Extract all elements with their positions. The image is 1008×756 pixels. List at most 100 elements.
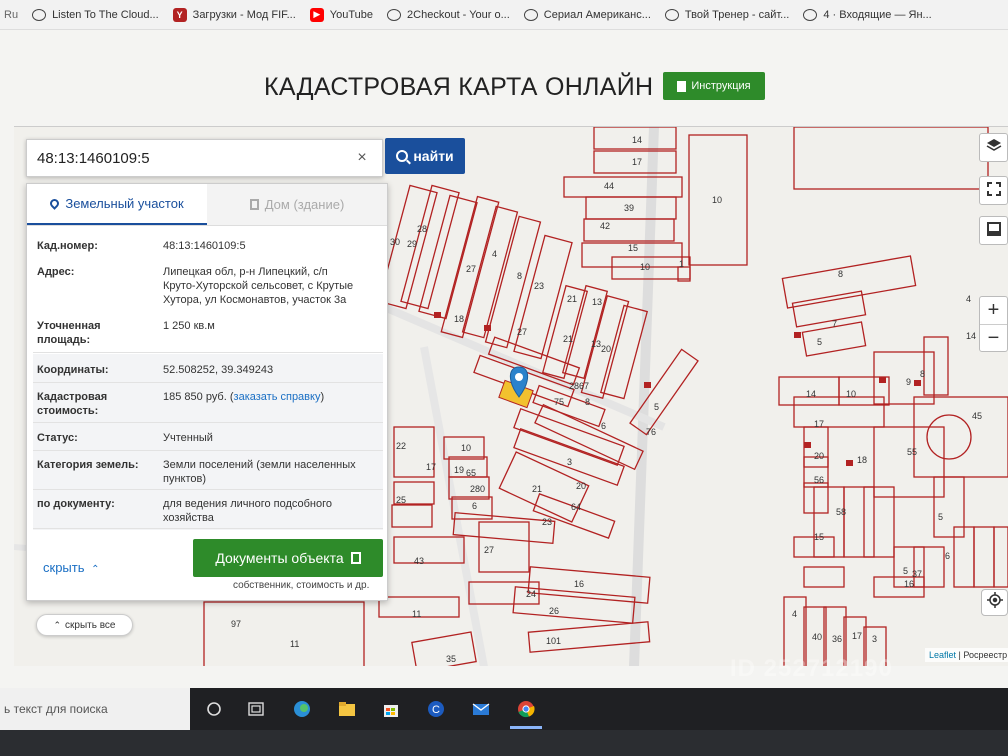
parcel-number-label: 8 — [585, 397, 590, 407]
bookmark-item[interactable]: 2Checkout - Your o... — [380, 0, 517, 29]
parcel-number-label: 10 — [712, 195, 722, 205]
parcel-number-label: 55 — [907, 447, 917, 457]
land-category-line-2: пунктов) — [163, 473, 207, 485]
parcel-outline — [926, 414, 972, 460]
cad-number-value: 48:13:1460109:5 — [163, 240, 246, 252]
windows-taskbar: ь текст для поиска C — [0, 688, 1008, 730]
parcel-number-label: 27 — [517, 327, 527, 337]
parcel-number-label: 14 — [632, 135, 642, 145]
parcel-number-label: 15 — [814, 532, 824, 542]
parcel-number-label: 21 — [563, 334, 573, 344]
parcel-number-label: 37 — [912, 569, 922, 579]
bookmark-label: Загрузки - Мод FIF... — [192, 8, 296, 21]
parcel-number-label: 5 — [938, 512, 943, 522]
documents-subtitle: собственник, стоимость и др. — [233, 580, 370, 591]
parcel-outline — [793, 127, 989, 190]
edge-browser-icon[interactable] — [292, 699, 312, 719]
building-mark — [804, 442, 811, 448]
parcel-number-label: 8 — [838, 269, 843, 279]
cad-cost-label: Кадастровая стоимость: — [37, 390, 155, 418]
bookmark-item[interactable]: Ru — [0, 0, 25, 29]
coordinates-label: Координаты: — [37, 364, 109, 376]
parcel-number-label: 25 — [396, 495, 406, 505]
ccleaner-icon[interactable]: C — [426, 699, 446, 719]
parcel-number-label: 15 — [628, 243, 638, 253]
info-tabs: Земельный участок Дом (здание) — [27, 184, 387, 226]
bookmark-item[interactable]: ▶ YouTube — [303, 0, 380, 29]
globe-icon — [803, 8, 818, 21]
file-explorer-icon[interactable] — [337, 699, 357, 719]
layers-button[interactable] — [979, 133, 1008, 162]
hide-panel-label: скрыть — [43, 560, 85, 575]
parcel-number-label: 27 — [484, 545, 494, 555]
mail-icon[interactable] — [471, 699, 491, 719]
parcel-number-label: 17 — [814, 419, 824, 429]
search-button[interactable]: найти — [385, 138, 465, 174]
fullscreen-button[interactable] — [979, 176, 1008, 205]
globe-icon — [387, 8, 402, 21]
building-mark — [879, 377, 886, 383]
parcel-number-label: 23 — [534, 281, 544, 291]
parcel-number-label: 4 — [792, 609, 797, 619]
zoom-in-button[interactable]: + — [980, 297, 1007, 324]
divider — [33, 352, 383, 353]
screen: Ru Listen To The Cloud... Y Загрузки - Мод … — [0, 0, 1008, 756]
parcel-outline — [913, 546, 945, 588]
clear-icon[interactable]: × — [347, 149, 377, 167]
land-category-value: Земли поселений (земли населенных пункто… — [163, 458, 381, 486]
bookmark-item[interactable]: Сериал Американс... — [517, 0, 658, 29]
parcel-number-label: 64 — [571, 502, 581, 512]
bookmark-item[interactable]: Твой Тренер - сайт... — [658, 0, 796, 29]
instruction-button[interactable]: Инструкция — [663, 72, 765, 100]
bookmark-label: Ru — [4, 8, 19, 21]
parcel-outline — [781, 255, 917, 309]
bookmark-label: 4 · Входящие — Ян... — [823, 8, 932, 21]
bookmark-item[interactable]: 4 · Входящие — Ян... — [796, 0, 938, 29]
parcel-number-label: 76 — [646, 427, 656, 437]
parcel-number-label: 1 — [679, 259, 684, 269]
locate-button[interactable] — [981, 589, 1008, 616]
parcel-number-label: 6 — [472, 501, 477, 511]
tab-building-label: Дом (здание) — [264, 197, 345, 212]
task-view-icon[interactable] — [246, 699, 266, 719]
task-view-circle-icon[interactable] — [204, 699, 224, 719]
store-icon[interactable] — [381, 699, 401, 719]
parcel-outline — [813, 486, 845, 558]
building-mark — [484, 325, 491, 331]
parcel-number-label: 36 — [832, 634, 842, 644]
parcel-number-label: 56 — [814, 475, 824, 485]
status-label: Статус: — [37, 432, 78, 444]
leaflet-link[interactable]: Leaflet — [929, 650, 956, 660]
hide-panel-link[interactable]: скрыть ⌃ — [43, 560, 100, 575]
area-label-line-2: площадь: — [37, 334, 91, 346]
parcel-number-label: 7 — [832, 319, 837, 329]
zoom-out-button[interactable]: − — [980, 324, 1007, 351]
parcel-number-label: 5 — [903, 566, 908, 576]
parcel-number-label: 58 — [836, 507, 846, 517]
parcel-number-label: 20 — [601, 344, 611, 354]
bookmark-item[interactable]: Y Загрузки - Мод FIF... — [166, 0, 303, 29]
tab-land-plot[interactable]: Земельный участок — [27, 184, 207, 225]
parcel-outline — [532, 384, 606, 428]
parcel-number-label: 23 — [542, 517, 552, 527]
y-logo-icon: Y — [172, 7, 187, 22]
bookmark-item[interactable]: Listen To The Cloud... — [25, 0, 166, 29]
parcel-number-label: 39 — [624, 203, 634, 213]
parcel-number-label: 17 — [852, 631, 862, 641]
cadastral-search-input[interactable] — [27, 149, 347, 167]
tab-land-plot-label: Земельный участок — [65, 196, 184, 211]
parcel-outline — [391, 504, 433, 528]
taskbar-search-input[interactable]: ь текст для поиска — [0, 688, 190, 730]
chrome-icon[interactable] — [516, 699, 536, 719]
page-title: КАДАСТРОВАЯ КАРТА ОНЛАЙН — [264, 73, 654, 101]
hide-all-button[interactable]: ⌃ скрыть все — [36, 614, 133, 636]
order-certificate-link[interactable]: заказать справку — [234, 391, 321, 403]
parcel-number-label: 16 — [904, 579, 914, 589]
parcel-number-label: 20 — [814, 451, 824, 461]
tab-building[interactable]: Дом (здание) — [207, 184, 387, 225]
address-line-1: Липецкая обл, р-н Липецкий, с/п — [163, 266, 328, 278]
print-button[interactable] — [979, 216, 1008, 245]
parcel-number-label: 10 — [461, 443, 471, 453]
parcel-number-label: 10 — [846, 389, 856, 399]
object-documents-button[interactable]: Документы объекта — [193, 539, 383, 577]
